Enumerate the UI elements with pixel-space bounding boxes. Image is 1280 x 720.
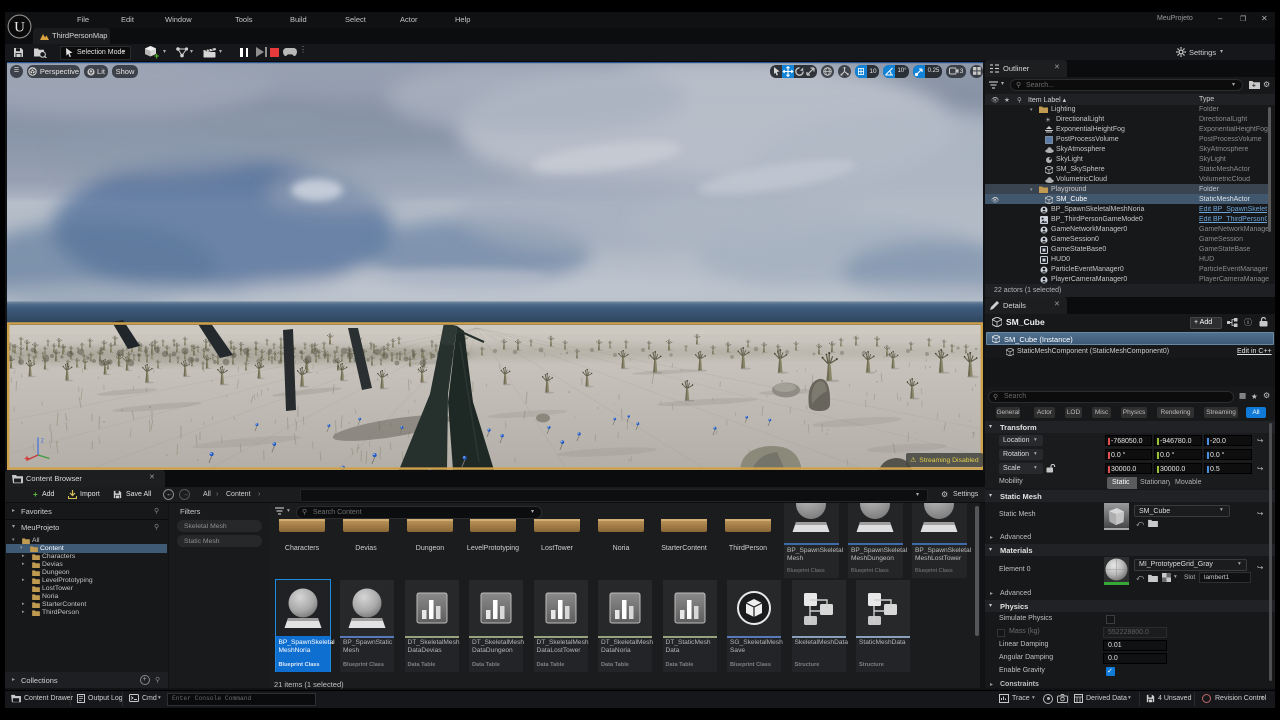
- svg-text:+: +: [1252, 83, 1256, 89]
- svg-text:z: z: [41, 438, 45, 445]
- svg-text:+: +: [154, 51, 159, 59]
- svg-text:U: U: [14, 20, 25, 36]
